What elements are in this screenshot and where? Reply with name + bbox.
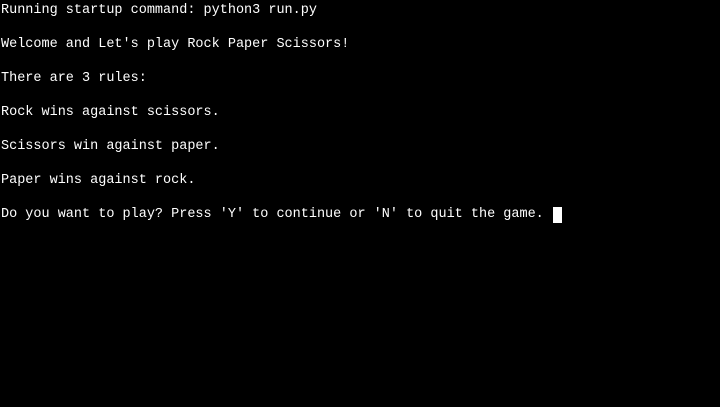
terminal-window[interactable]: Running startup command: python3 run.py … [0, 0, 720, 407]
rules-heading-line: There are 3 rules: [1, 71, 147, 86]
text-cursor[interactable] [552, 206, 562, 223]
rule-scissors-line: Scissors win against paper. [1, 139, 220, 154]
startup-command-line: Running startup command: python3 run.py [1, 3, 317, 18]
rule-paper-line: Paper wins against rock. [1, 173, 196, 188]
welcome-line: Welcome and Let's play Rock Paper Scisso… [1, 37, 350, 52]
input-prompt-line[interactable]: Do you want to play? Press 'Y' to contin… [1, 206, 720, 223]
rule-rock-line: Rock wins against scissors. [1, 105, 220, 120]
play-prompt-text: Do you want to play? Press 'Y' to contin… [1, 207, 544, 222]
